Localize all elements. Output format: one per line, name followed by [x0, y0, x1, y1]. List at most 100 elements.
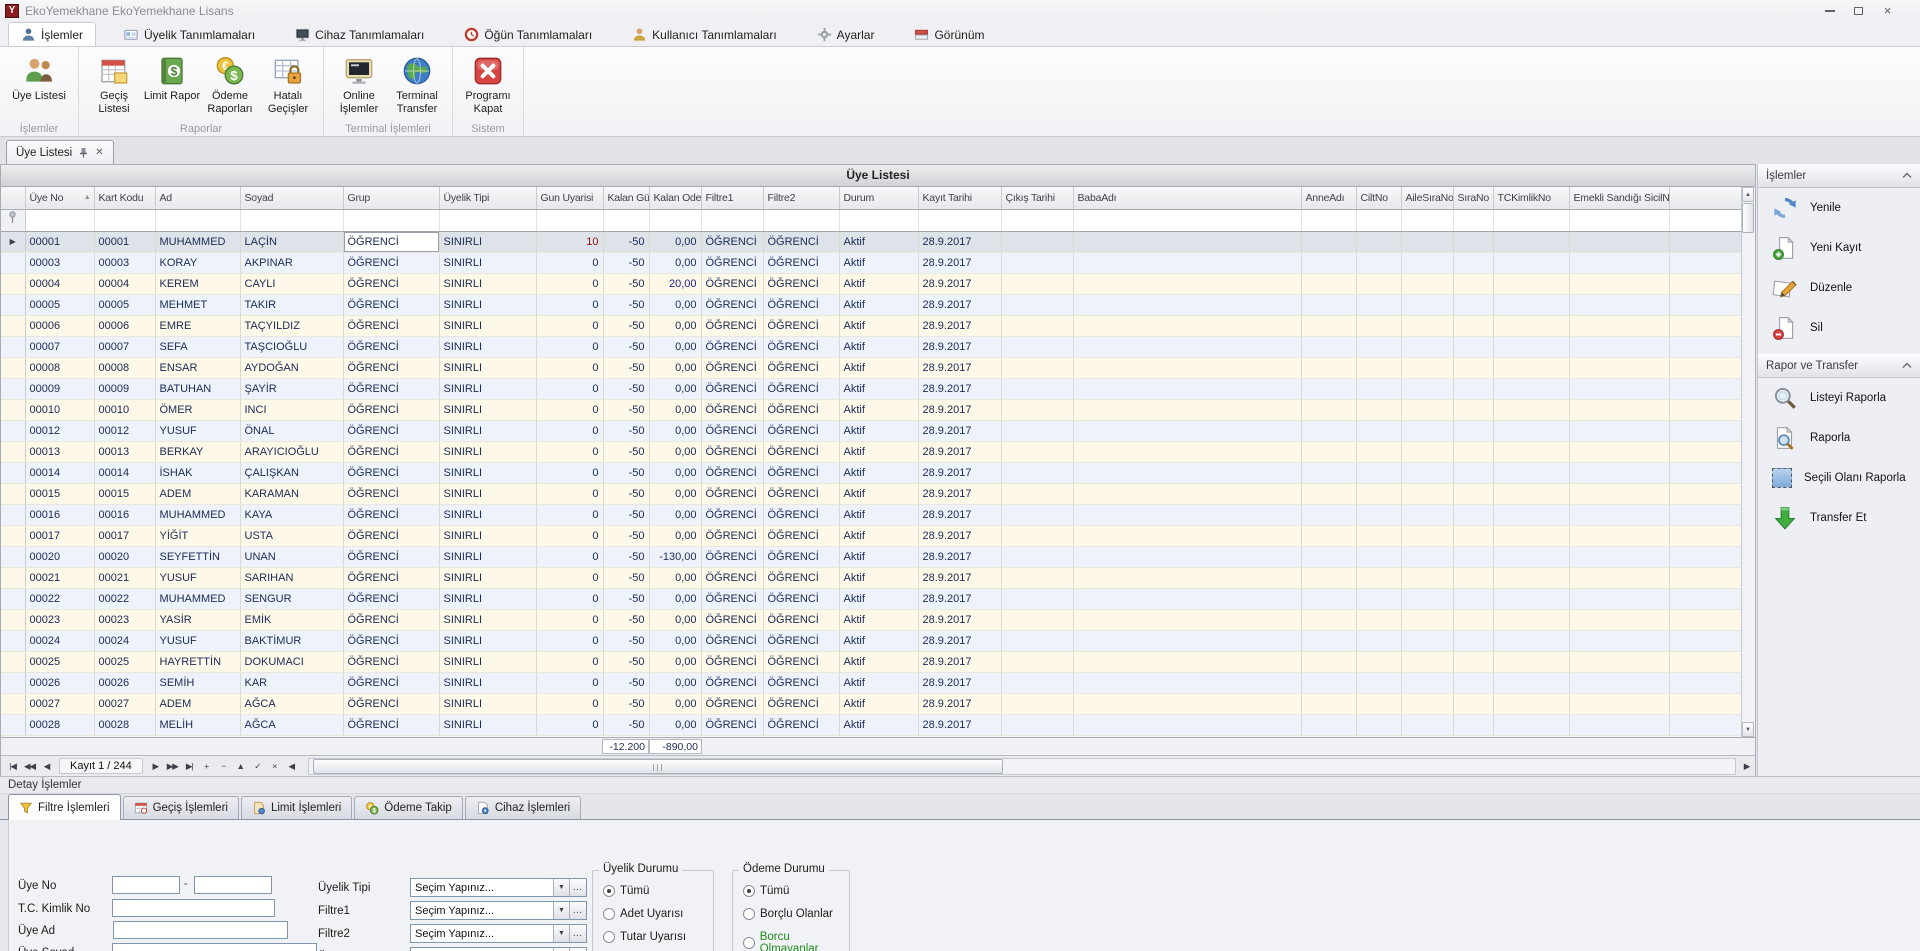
- nav-append-button[interactable]: +: [199, 758, 214, 774]
- cell-emekli[interactable]: [1569, 357, 1669, 378]
- cell-grup[interactable]: ÖĞRENCİ: [343, 609, 439, 630]
- cell-filler[interactable]: [1669, 567, 1742, 588]
- cell-aile_sira_no[interactable]: [1401, 399, 1453, 420]
- cell-uyelik_tipi[interactable]: SINIRLI: [439, 483, 536, 504]
- cell-kart_kodu[interactable]: 00006: [94, 315, 155, 336]
- cell-kalan_odeme[interactable]: 0,00: [649, 672, 701, 693]
- cell-gun_uyarisi[interactable]: 0: [536, 525, 603, 546]
- cell-kayit_tarihi[interactable]: 28.9.2017: [918, 567, 1001, 588]
- cell-kayit_tarihi[interactable]: 28.9.2017: [918, 294, 1001, 315]
- tab-cihaz-tanimlamalari[interactable]: Cihaz Tanımlamaları: [282, 22, 437, 46]
- cell-cikis_tarihi[interactable]: [1001, 336, 1073, 357]
- cell-filtre2[interactable]: ÖĞRENCİ: [763, 357, 839, 378]
- table-row[interactable]: 0002800028MELİHAĞCAÖĞRENCİSINIRLI0-500,0…: [1, 714, 1742, 735]
- cell-filtre2[interactable]: ÖĞRENCİ: [763, 441, 839, 462]
- filter-row-cell-gun_uyarisi[interactable]: [536, 209, 603, 231]
- cell-sira_no[interactable]: [1453, 336, 1493, 357]
- cell-kalan_gun[interactable]: -50: [603, 357, 649, 378]
- cell-cikis_tarihi[interactable]: [1001, 588, 1073, 609]
- transfer-et-button[interactable]: Transfer Et: [1758, 498, 1920, 538]
- cell-grup[interactable]: ÖĞRENCİ: [343, 525, 439, 546]
- cell-sira_no[interactable]: [1453, 483, 1493, 504]
- cell-filtre2[interactable]: ÖĞRENCİ: [763, 672, 839, 693]
- cell-cilt_no[interactable]: [1356, 546, 1401, 567]
- section-rapor-header[interactable]: Rapor ve Transfer: [1758, 354, 1920, 378]
- cell-cilt_no[interactable]: [1356, 294, 1401, 315]
- splitter-handle[interactable]: [0, 820, 9, 951]
- cell-gun_uyarisi[interactable]: 0: [536, 315, 603, 336]
- horizontal-scroll-thumb[interactable]: [313, 759, 1003, 774]
- cell-kalan_gun[interactable]: -50: [603, 693, 649, 714]
- table-row[interactable]: 0000300003KORAYAKPINARÖĞRENCİSINIRLI0-50…: [1, 252, 1742, 273]
- nav-delete-button[interactable]: −: [216, 758, 231, 774]
- cell-filtre2[interactable]: ÖĞRENCİ: [763, 525, 839, 546]
- cell-gun_uyarisi[interactable]: 0: [536, 672, 603, 693]
- cell-baba_adi[interactable]: [1073, 357, 1301, 378]
- tab-kullanici-tanimlamalari[interactable]: Kullanıcı Tanımlamaları: [619, 22, 790, 46]
- filter-row-cell-grup[interactable]: [343, 209, 439, 231]
- cell-cikis_tarihi[interactable]: [1001, 567, 1073, 588]
- cell-soyad[interactable]: CAYLI: [240, 273, 343, 294]
- cell-kayit_tarihi[interactable]: 28.9.2017: [918, 357, 1001, 378]
- cell-sira_no[interactable]: [1453, 567, 1493, 588]
- table-row[interactable]: 0001500015ADEMKARAMANÖĞRENCİSINIRLI0-500…: [1, 483, 1742, 504]
- cell-baba_adi[interactable]: [1073, 273, 1301, 294]
- column-header-aile_sira_no[interactable]: AileSıraNo: [1401, 187, 1453, 209]
- cell-kart_kodu[interactable]: 00014: [94, 462, 155, 483]
- cell-uyelik_tipi[interactable]: SINIRLI: [439, 315, 536, 336]
- cell-emekli[interactable]: [1569, 546, 1669, 567]
- filter-row-cell-uyelik_tipi[interactable]: [439, 209, 536, 231]
- cell-anne_adi[interactable]: [1301, 672, 1356, 693]
- cell-soyad[interactable]: TAÇYILDIZ: [240, 315, 343, 336]
- cell-emekli[interactable]: [1569, 336, 1669, 357]
- cell-uye_no[interactable]: 00003: [25, 252, 94, 273]
- cell-durum[interactable]: Aktif: [839, 504, 918, 525]
- cell-ad[interactable]: KORAY: [155, 252, 240, 273]
- cell-cilt_no[interactable]: [1356, 714, 1401, 735]
- cell-soyad[interactable]: AKPINAR: [240, 252, 343, 273]
- cell-uye_no[interactable]: 00013: [25, 441, 94, 462]
- cell-uyelik_tipi[interactable]: SINIRLI: [439, 378, 536, 399]
- cell-cikis_tarihi[interactable]: [1001, 483, 1073, 504]
- cell-emekli[interactable]: [1569, 504, 1669, 525]
- cell-baba_adi[interactable]: [1073, 420, 1301, 441]
- cell-ad[interactable]: SEMİH: [155, 672, 240, 693]
- cell-cikis_tarihi[interactable]: [1001, 672, 1073, 693]
- cell-ad[interactable]: MEHMET: [155, 294, 240, 315]
- cell-anne_adi[interactable]: [1301, 252, 1356, 273]
- cell-emekli[interactable]: [1569, 525, 1669, 546]
- cell-gun_uyarisi[interactable]: 0: [536, 441, 603, 462]
- cell-anne_adi[interactable]: [1301, 651, 1356, 672]
- cell-anne_adi[interactable]: [1301, 525, 1356, 546]
- programi-kapat-button[interactable]: Programı Kapat: [459, 51, 517, 116]
- cell-kalan_gun[interactable]: -50: [603, 609, 649, 630]
- cell-kalan_gun[interactable]: -50: [603, 315, 649, 336]
- cell-cikis_tarihi[interactable]: [1001, 441, 1073, 462]
- tc-kimlik-input[interactable]: [112, 899, 275, 917]
- cell-gun_uyarisi[interactable]: 0: [536, 651, 603, 672]
- cell-ad[interactable]: YUSUF: [155, 567, 240, 588]
- pin-icon[interactable]: [79, 147, 88, 158]
- cell-durum[interactable]: Aktif: [839, 588, 918, 609]
- cell-emekli[interactable]: [1569, 294, 1669, 315]
- cell-filtre1[interactable]: ÖĞRENCİ: [701, 399, 763, 420]
- cell-filler[interactable]: [1669, 315, 1742, 336]
- cell-baba_adi[interactable]: [1073, 672, 1301, 693]
- cell-filler[interactable]: [1669, 546, 1742, 567]
- cell-tc_kimlik_no[interactable]: [1493, 378, 1569, 399]
- cell-durum[interactable]: Aktif: [839, 336, 918, 357]
- cell-filtre2[interactable]: ÖĞRENCİ: [763, 378, 839, 399]
- cell-cilt_no[interactable]: [1356, 504, 1401, 525]
- cell-durum[interactable]: Aktif: [839, 231, 918, 252]
- maximize-button[interactable]: [1844, 0, 1873, 21]
- cell-filtre1[interactable]: ÖĞRENCİ: [701, 504, 763, 525]
- uye-listesi-button[interactable]: Üye Listesi: [6, 51, 72, 103]
- cell-durum[interactable]: Aktif: [839, 357, 918, 378]
- cell-baba_adi[interactable]: [1073, 588, 1301, 609]
- column-header-indicator[interactable]: [1, 187, 25, 209]
- table-row[interactable]: 0000700007SEFATAŞCIOĞLUÖĞRENCİSINIRLI0-5…: [1, 336, 1742, 357]
- cell-sira_no[interactable]: [1453, 630, 1493, 651]
- cell-emekli[interactable]: [1569, 588, 1669, 609]
- cell-sira_no[interactable]: [1453, 588, 1493, 609]
- cell-filtre2[interactable]: ÖĞRENCİ: [763, 546, 839, 567]
